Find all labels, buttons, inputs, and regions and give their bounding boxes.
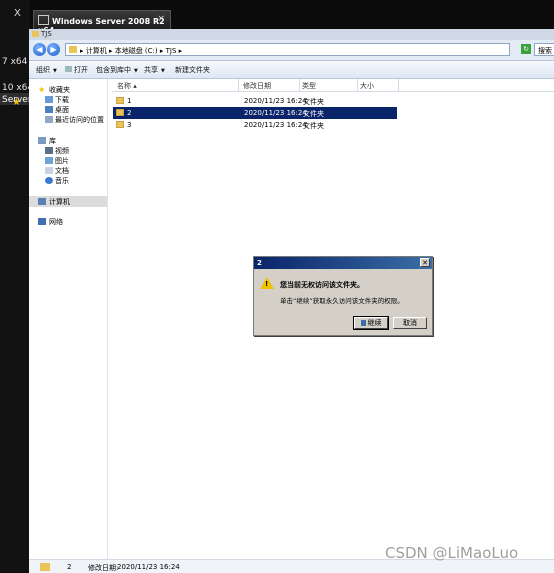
host-close-icon[interactable]: X: [14, 8, 21, 19]
address-path: ▸ 计算机 ▸ 本地磁盘 (C:) ▸ TJS ▸: [80, 47, 183, 55]
navigation-pane: ★ 收藏夹 下载 桌面 最近访问的位置 库 视频 图片 文档 音乐 计算机 网络: [29, 79, 108, 559]
watermark: CSDN @LiMaoLuo: [385, 544, 519, 562]
file-row-selected[interactable]: 2 2020/11/23 16:24 文件夹: [113, 107, 397, 119]
folder-icon: [116, 109, 124, 116]
nav-pictures[interactable]: 图片: [55, 156, 69, 166]
host-vm-item[interactable]: 7 x64: [2, 57, 27, 67]
file-type: 文件夹: [303, 122, 324, 130]
nav-downloads[interactable]: 下载: [55, 95, 69, 105]
nav-documents[interactable]: 文档: [55, 166, 69, 176]
column-date[interactable]: 修改日期: [243, 81, 271, 91]
nav-favorites[interactable]: 收藏夹: [49, 85, 70, 95]
file-row[interactable]: 3 2020/11/23 16:24 文件夹: [113, 119, 397, 131]
window-title: TJS: [41, 30, 52, 38]
open-button[interactable]: 打开: [65, 65, 88, 75]
folder-icon: [32, 31, 39, 37]
nav-videos[interactable]: 视频: [55, 146, 69, 156]
favorites-star-icon: ★: [38, 85, 46, 94]
file-name: 1: [127, 97, 132, 105]
music-icon: [45, 177, 53, 184]
network-icon: [38, 218, 46, 225]
column-size[interactable]: 大小: [360, 81, 374, 91]
pictures-icon: [45, 157, 53, 164]
file-row[interactable]: 1 2020/11/23 16:24 文件夹: [113, 95, 397, 107]
open-icon: [65, 66, 72, 72]
permission-dialog: 2 ✕ ! 您当前无权访问该文件夹。 单击“继续”获取永久访问该文件夹的权限。 …: [253, 256, 433, 336]
folder-icon: [116, 121, 124, 128]
window-titlebar: TJS: [29, 29, 554, 40]
address-field[interactable]: ▸ 计算机 ▸ 本地磁盘 (C:) ▸ TJS ▸: [65, 43, 510, 56]
file-name: 3: [127, 121, 132, 129]
nav-computer[interactable]: 计算机: [49, 197, 70, 207]
downloads-icon: [45, 96, 53, 103]
file-date: 2020/11/23 16:24: [244, 121, 307, 129]
status-date-value: 2020/11/23 16:24: [117, 563, 180, 571]
recent-places-icon: [45, 116, 53, 123]
cancel-button[interactable]: 取消: [393, 317, 427, 329]
dialog-message: 您当前无权访问该文件夹。: [280, 281, 364, 289]
dialog-title: 2: [257, 259, 262, 267]
host-vm-item-selected[interactable]: Server: [2, 95, 32, 105]
folder-icon: [40, 563, 50, 571]
nav-libraries[interactable]: 库: [49, 136, 56, 146]
videos-icon: [45, 147, 53, 154]
libraries-icon: [38, 137, 46, 144]
nav-network[interactable]: 网络: [49, 217, 63, 227]
back-arrow-icon[interactable]: ◀: [33, 43, 46, 56]
warning-mark: !: [265, 280, 269, 288]
nav-recent[interactable]: 最近访问的位置: [55, 115, 104, 125]
host-sidebar: X 7 x64 ★ 10 x64 Server: [0, 0, 33, 572]
nav-desktop[interactable]: 桌面: [55, 105, 69, 115]
vm-icon: [38, 15, 49, 25]
folder-icon: [69, 46, 77, 53]
folder-icon: [116, 97, 124, 104]
file-date: 2020/11/23 16:24: [244, 109, 307, 117]
search-input[interactable]: 搜索: [534, 43, 554, 56]
file-date: 2020/11/23 16:24: [244, 97, 307, 105]
address-bar: ◀ ▶ ▸ 计算机 ▸ 本地磁盘 (C:) ▸ TJS ▸ ↻ 搜索: [29, 40, 554, 61]
file-type: 文件夹: [303, 110, 324, 118]
column-divider[interactable]: [238, 79, 239, 91]
refresh-icon[interactable]: ↻: [521, 44, 531, 54]
dialog-close-icon[interactable]: ✕: [420, 258, 430, 267]
forward-arrow-icon[interactable]: ▶: [47, 43, 60, 56]
continue-button[interactable]: 继续: [353, 316, 389, 330]
new-folder-button[interactable]: 新建文件夹: [175, 65, 210, 75]
column-type[interactable]: 类型: [302, 81, 316, 91]
file-name: 2: [127, 109, 132, 117]
status-item-name: 2: [67, 563, 72, 571]
include-library-button[interactable]: 包含到库中 ▼: [96, 65, 138, 75]
column-divider[interactable]: [357, 79, 358, 91]
file-type: 文件夹: [303, 98, 324, 106]
command-bar: 组织 ▼ 打开 包含到库中 ▼ 共享 ▼ 新建文件夹: [29, 61, 554, 79]
column-name[interactable]: 名称 ▴: [117, 81, 137, 91]
column-headers: 名称 ▴ 修改日期 类型 大小: [112, 79, 554, 92]
column-divider[interactable]: [398, 79, 399, 91]
vm-tab[interactable]: Windows Server 2008 R2 x64 ×: [33, 10, 171, 35]
organize-button[interactable]: 组织 ▼: [36, 65, 57, 75]
uac-shield-icon: [360, 320, 366, 326]
dialog-titlebar[interactable]: 2 ✕: [254, 257, 432, 269]
dialog-detail: 单击“继续”获取永久访问该文件夹的权限。: [280, 297, 404, 305]
vm-tab-close-icon[interactable]: ×: [157, 14, 165, 24]
documents-icon: [45, 167, 53, 174]
column-divider[interactable]: [299, 79, 300, 91]
nav-music[interactable]: 音乐: [55, 176, 69, 186]
computer-icon: [38, 198, 46, 205]
desktop-icon: [45, 106, 53, 113]
share-button[interactable]: 共享 ▼: [144, 65, 165, 75]
